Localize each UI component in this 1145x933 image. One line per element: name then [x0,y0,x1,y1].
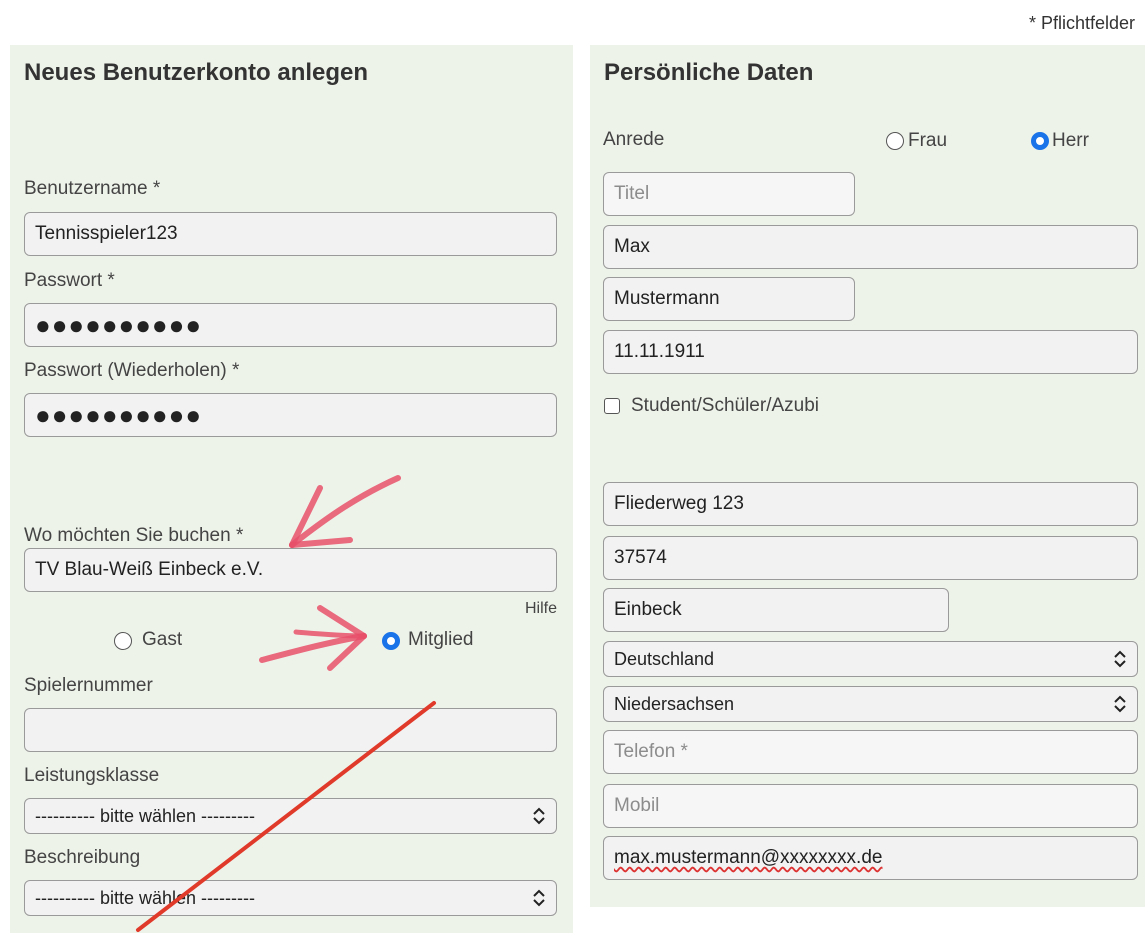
radio-frau[interactable] [886,132,904,150]
phone-input[interactable]: Telefon * [603,730,1138,774]
description-label: Beschreibung [24,847,141,868]
radio-frau-label: Frau [908,130,948,151]
student-checkbox[interactable] [604,398,620,414]
personal-data-panel: Persönliche Daten Anrede Frau Herr Titel… [590,45,1145,907]
radio-member[interactable] [382,632,400,650]
radio-guest[interactable] [114,632,132,650]
password-repeat-label: Passwort (Wiederholen) * [24,360,240,381]
password-repeat-input[interactable]: ●●●●●●●●●● [24,393,557,437]
radio-herr[interactable] [1031,132,1049,150]
panel-title-personal-data: Persönliche Daten [604,59,814,86]
street-input[interactable]: Fliederweg 123 [603,482,1138,526]
country-select[interactable]: Deutschland [603,641,1138,677]
radio-member-label: Mitglied [408,629,474,650]
first-name-input[interactable]: Max [603,225,1138,269]
email-value: max.mustermann@xxxxxxxx.de [614,847,883,868]
description-value: ---------- bitte wählen --------- [35,887,255,908]
performance-class-select[interactable]: ---------- bitte wählen --------- [24,798,557,834]
state-select[interactable]: Niedersachsen [603,686,1138,722]
performance-class-label: Leistungsklasse [24,765,160,786]
radio-herr-label: Herr [1052,130,1089,151]
player-number-input[interactable] [24,708,557,752]
select-updown-icon [533,889,545,907]
state-value: Niedersachsen [614,693,735,714]
performance-class-value: ---------- bitte wählen --------- [35,805,255,826]
password-input[interactable]: ●●●●●●●●●● [24,303,557,347]
username-input[interactable]: Tennisspieler123 [24,212,557,256]
last-name-input[interactable]: Mustermann [603,277,855,321]
select-updown-icon [1114,650,1126,668]
country-value: Deutschland [614,648,715,669]
booking-label: Wo möchten Sie buchen * [24,525,244,546]
student-checkbox-label: Student/Schüler/Azubi [631,395,820,416]
mobile-input[interactable]: Mobil [603,784,1138,828]
birthdate-input[interactable]: 11.11.1911 [603,330,1138,374]
city-input[interactable]: Einbeck [603,588,949,632]
radio-guest-label: Gast [142,629,183,650]
password-label: Passwort * [24,270,115,291]
password-repeat-dots: ●●●●●●●●●● [35,400,203,430]
salutation-label: Anrede [603,129,665,150]
required-fields-note: * Pflichtfelder [1028,13,1135,33]
username-label: Benutzername * [24,178,161,199]
zip-input[interactable]: 37574 [603,536,1138,580]
new-account-panel: Neues Benutzerkonto anlegen Benutzername… [10,45,573,933]
help-link[interactable]: Hilfe [525,600,557,618]
email-input[interactable]: max.mustermann@xxxxxxxx.de [603,836,1138,880]
title-input[interactable]: Titel [603,172,855,216]
select-updown-icon [533,807,545,825]
password-dots: ●●●●●●●●●● [35,310,203,340]
booking-club-input[interactable]: TV Blau-Weiß Einbeck e.V. [24,548,557,592]
select-updown-icon [1114,695,1126,713]
player-number-label: Spielernummer [24,675,153,696]
panel-title-new-account: Neues Benutzerkonto anlegen [24,59,369,86]
description-select[interactable]: ---------- bitte wählen --------- [24,880,557,916]
